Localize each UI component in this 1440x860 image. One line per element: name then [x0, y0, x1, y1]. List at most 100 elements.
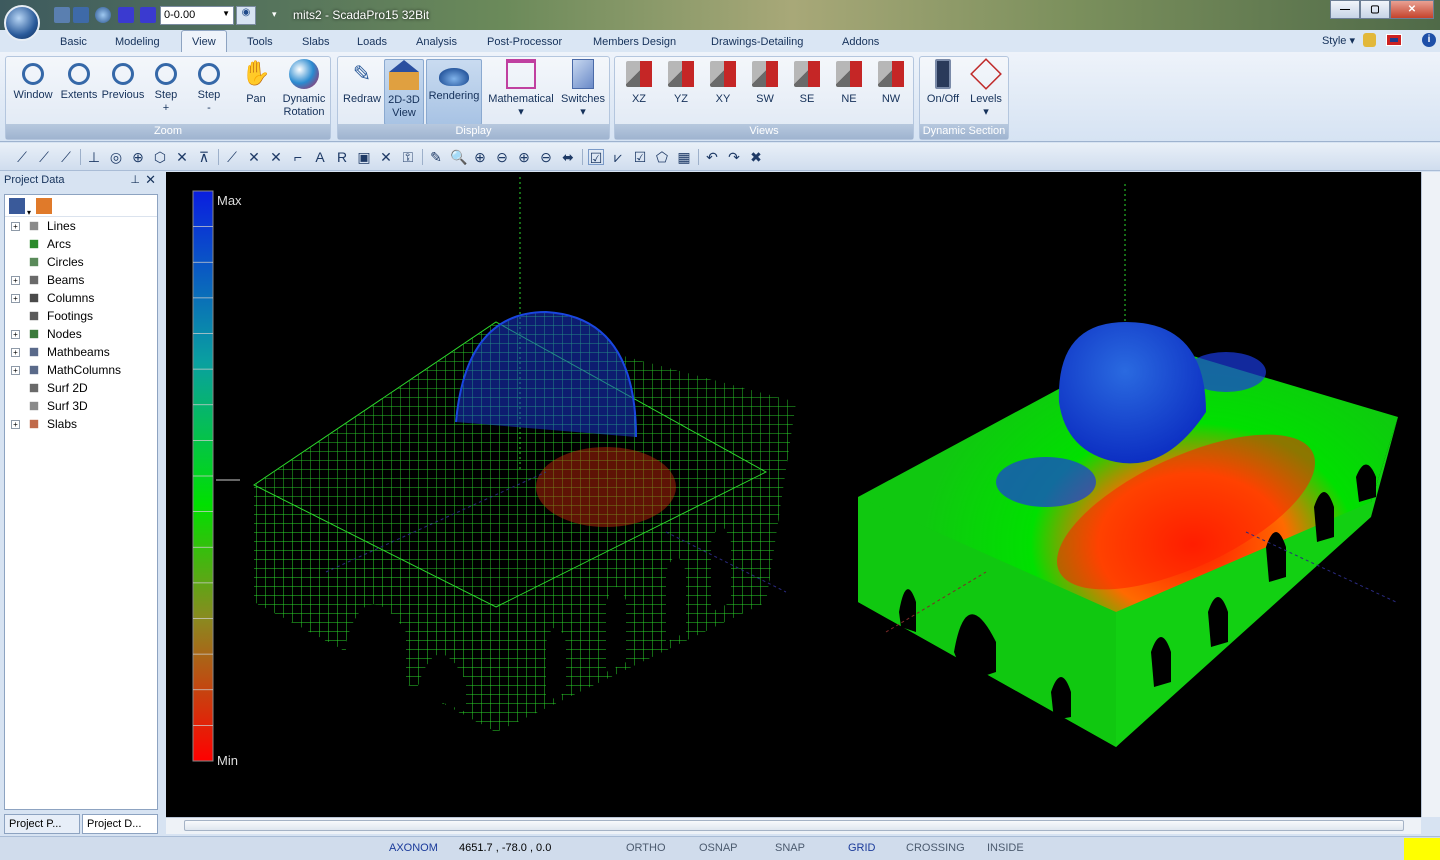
view-sw-button[interactable]: SW — [747, 59, 783, 106]
tab-view[interactable]: View — [181, 30, 227, 53]
globe-icon[interactable] — [95, 7, 111, 23]
abs-icon[interactable]: A — [312, 149, 328, 165]
expand-icon[interactable]: + — [11, 420, 20, 429]
tab-project-p[interactable]: Project P... — [4, 814, 80, 834]
close-button[interactable]: ✕ — [1390, 0, 1434, 19]
zoom-extents-button[interactable]: Extents — [58, 59, 100, 102]
lock-tool-icon[interactable]: ⚿ — [400, 149, 416, 165]
tab-modeling[interactable]: Modeling — [115, 36, 160, 48]
tab-loads[interactable]: Loads — [357, 36, 387, 48]
midpoint-icon[interactable]: ⊼ — [196, 149, 212, 165]
circle-center-icon[interactable]: ⊕ — [130, 149, 146, 165]
line-tool-icon[interactable]: ⟋ — [14, 149, 30, 165]
tree-item-footings[interactable]: Footings — [5, 307, 157, 325]
polygon-check-icon[interactable]: ⬠ — [654, 149, 670, 165]
zoom-in-icon[interactable]: ⊕ — [516, 149, 532, 165]
pencil-tool-icon[interactable]: ⟋ — [224, 149, 240, 165]
intersect-icon[interactable]: ✕ — [174, 149, 190, 165]
tree-item-arcs[interactable]: Arcs — [5, 235, 157, 253]
tree-item-columns[interactable]: + Columns — [5, 289, 157, 307]
section-levels-button[interactable]: Levels ▾ — [966, 58, 1006, 119]
zoom-step-out-button[interactable]: Step - — [192, 59, 226, 115]
uk-flag-icon[interactable] — [1386, 34, 1402, 46]
tree-item-surf-2d[interactable]: Surf 2D — [5, 379, 157, 397]
check-line-icon[interactable]: ⩗ — [610, 149, 626, 165]
info-icon[interactable]: i — [1422, 33, 1436, 47]
tab-drawings-detailing[interactable]: Drawings-Detailing — [711, 36, 803, 48]
tree-item-circles[interactable]: Circles — [5, 253, 157, 271]
tree-item-nodes[interactable]: + Nodes — [5, 325, 157, 343]
expand-icon[interactable]: + — [11, 366, 20, 375]
undo-icon[interactable]: ↶ — [704, 149, 720, 165]
pin-icon[interactable]: ⊥ — [130, 173, 140, 186]
toggle-grid[interactable]: GRID — [848, 842, 876, 854]
maximize-button[interactable]: ▢ — [1360, 0, 1390, 19]
view-nw-button[interactable]: NW — [873, 59, 909, 106]
polyline-tool-icon[interactable]: ⟋ — [36, 149, 52, 165]
tree-view-icon[interactable] — [9, 198, 25, 214]
panel-close-icon[interactable]: ✕ — [145, 172, 156, 188]
view-2d-3d-button[interactable]: 2D-3D View — [384, 59, 424, 125]
expand-icon[interactable]: + — [11, 222, 20, 231]
dynamic-rotation-button[interactable]: Dynamic Rotation — [278, 59, 330, 119]
extend-icon[interactable]: ✕ — [268, 149, 284, 165]
tab-project-d[interactable]: Project D... — [82, 814, 158, 834]
zoom-previous-icon[interactable]: ⊖ — [494, 149, 510, 165]
pan-button[interactable]: ✋ Pan — [241, 59, 271, 106]
tree-item-mathbeams[interactable]: + Mathbeams — [5, 343, 157, 361]
minimize-button[interactable]: — — [1330, 0, 1360, 19]
toggle-crossing[interactable]: CROSSING — [906, 842, 965, 854]
view-ne-button[interactable]: NE — [831, 59, 867, 106]
mathematical-button[interactable]: Mathematical ▾ — [486, 59, 556, 119]
scroll-thumb[interactable] — [184, 820, 1404, 831]
expand-icon[interactable]: + — [11, 348, 20, 357]
grid-icon[interactable]: ▦ — [676, 149, 692, 165]
qat-dropdown-icon[interactable]: ▾ — [272, 9, 277, 20]
perpendicular-icon[interactable]: ⊥ — [86, 149, 102, 165]
view-yz-button[interactable]: YZ — [663, 59, 699, 106]
view-xy-button[interactable]: XY — [705, 59, 741, 106]
chevron-down-icon[interactable]: ▾ — [27, 208, 31, 217]
view-se-button[interactable]: SE — [789, 59, 825, 106]
horizontal-scrollbar[interactable] — [166, 817, 1421, 834]
polygon-icon[interactable]: ⬡ — [152, 149, 168, 165]
tab-analysis[interactable]: Analysis — [416, 36, 457, 48]
circle-tool-icon[interactable]: ◎ — [108, 149, 124, 165]
save-icon[interactable] — [73, 7, 89, 23]
tab-members-design[interactable]: Members Design — [593, 36, 676, 48]
tab-addons[interactable]: Addons — [842, 36, 879, 48]
checkbox-icon[interactable]: ☑ — [588, 149, 604, 166]
corner-icon[interactable]: ⌐ — [290, 149, 306, 165]
tree-item-lines[interactable]: + Lines — [5, 217, 157, 235]
delete-icon[interactable]: ✖ — [748, 149, 764, 165]
tab-tools[interactable]: Tools — [247, 36, 273, 48]
toggle-osnap[interactable]: OSNAP — [699, 842, 738, 854]
cross-icon[interactable]: ✕ — [378, 149, 394, 165]
tab-post-processor[interactable]: Post-Processor — [487, 36, 562, 48]
rel-icon[interactable]: R — [334, 149, 350, 165]
view-xz-button[interactable]: XZ — [621, 59, 657, 106]
switches-button[interactable]: Switches ▾ — [558, 59, 608, 119]
refresh-icon[interactable] — [36, 198, 53, 214]
tab-slabs[interactable]: Slabs — [302, 36, 330, 48]
tab-basic[interactable]: Basic — [60, 36, 87, 48]
lock-icon[interactable] — [1363, 33, 1376, 47]
arrow-up-icon[interactable] — [118, 7, 134, 23]
expand-icon[interactable]: + — [11, 330, 20, 339]
vertical-scrollbar[interactable] — [1421, 172, 1440, 817]
bezier-tool-icon[interactable]: ⟋ — [58, 149, 74, 165]
app-menu-orb[interactable] — [4, 5, 40, 41]
print-icon[interactable] — [54, 7, 70, 23]
zoom-step-in-button[interactable]: Step + — [149, 59, 183, 115]
section-on-off-button[interactable]: On/Off — [922, 59, 964, 106]
zoom-window-button[interactable]: Window — [10, 59, 56, 102]
eye-icon[interactable]: ◉ — [236, 6, 256, 25]
pan-tool-icon[interactable]: ⬌ — [560, 149, 576, 165]
zoom-extents-icon[interactable]: ⊕ — [472, 149, 488, 165]
eyedropper-icon[interactable]: ✎ — [428, 149, 444, 165]
toggle-snap[interactable]: SNAP — [775, 842, 805, 854]
expand-icon[interactable]: + — [11, 294, 20, 303]
tree-item-surf-3d[interactable]: Surf 3D — [5, 397, 157, 415]
redo-icon[interactable]: ↷ — [726, 149, 742, 165]
zoom-out-icon[interactable]: ⊖ — [538, 149, 554, 165]
